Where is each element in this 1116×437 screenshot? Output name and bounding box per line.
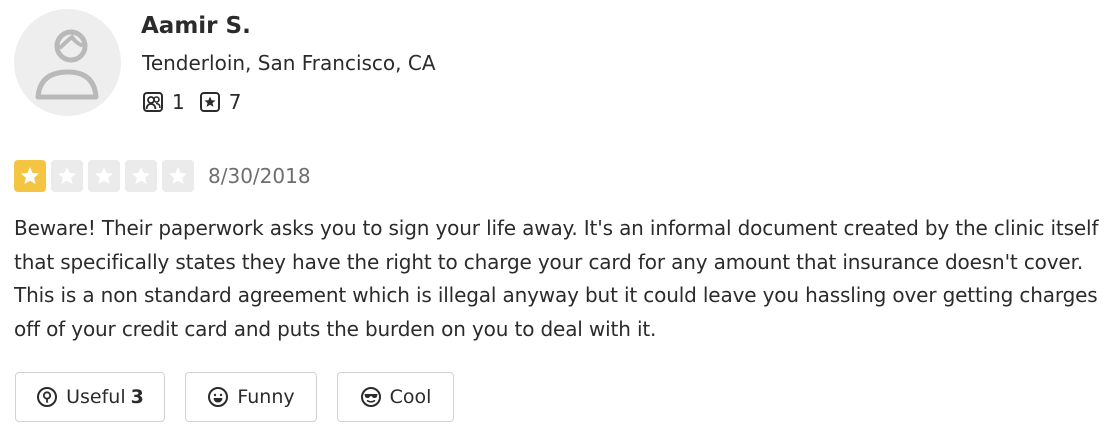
star-5-empty [162, 160, 194, 192]
star-icon [21, 167, 39, 184]
friends-stat: 1 [142, 90, 185, 114]
friends-icon [143, 92, 163, 112]
star-2-empty [51, 160, 83, 192]
avatar[interactable] [14, 9, 121, 116]
useful-count: 3 [130, 386, 144, 408]
review-text: Beware! Their paperwork asks you to sign… [14, 216, 1099, 341]
cool-label: Cool [389, 386, 432, 408]
sunglasses-face-icon [360, 387, 381, 407]
star-review-icon [199, 92, 220, 112]
user-stats: 1 7 [142, 89, 255, 115]
user-name[interactable]: Aamir S. [141, 10, 251, 42]
rating-row: 8/30/2018 [14, 160, 311, 192]
star-icon [58, 167, 76, 184]
review-actions: Useful 3 Funny Cool [15, 372, 454, 422]
funny-label: Funny [237, 386, 295, 408]
cool-button[interactable]: Cool [337, 372, 454, 422]
star-3-empty [88, 160, 120, 192]
star-icon [95, 167, 113, 184]
star-1-filled [14, 160, 46, 192]
star-4-empty [125, 160, 157, 192]
funny-face-icon [208, 387, 229, 407]
funny-button[interactable]: Funny [185, 372, 317, 422]
lightbulb-icon [37, 387, 58, 407]
review-date: 8/30/2018 [208, 164, 311, 188]
useful-button[interactable]: Useful 3 [15, 372, 165, 422]
user-location: Tenderloin, San Francisco, CA [142, 51, 436, 75]
reviews-count: 7 [228, 90, 242, 114]
friends-count: 1 [172, 90, 185, 114]
star-rating [14, 160, 199, 192]
useful-label: Useful [66, 386, 126, 408]
star-icon [169, 167, 187, 184]
reviews-stat: 7 [199, 90, 242, 114]
star-icon [132, 167, 150, 184]
default-user-avatar-icon [35, 29, 99, 100]
